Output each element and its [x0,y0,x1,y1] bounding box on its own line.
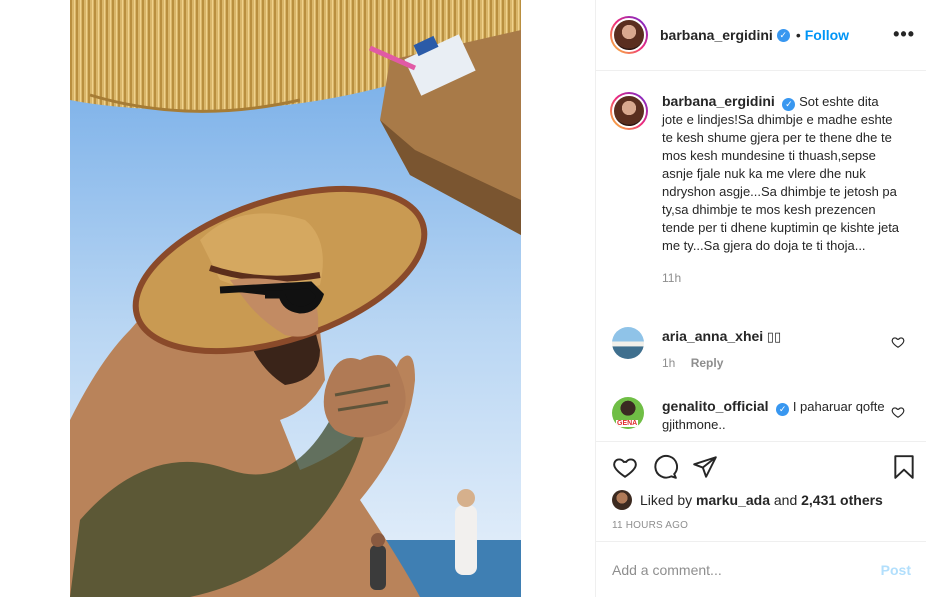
commenter-username[interactable]: aria_anna_xhei [662,328,763,344]
share-icon[interactable] [692,454,718,480]
likes-summary: Liked by marku_ada and 2,431 others [612,490,883,510]
post-photo-illustration [70,0,521,597]
caption-username[interactable]: barbana_ergidini [662,93,775,109]
reply-button[interactable]: Reply [691,356,724,370]
comments-section[interactable]: barbana_ergidini ✓ Sot eshte dita jote e… [596,72,926,441]
follow-button[interactable]: Follow [805,27,849,43]
post-comment-button[interactable]: Post [881,562,911,578]
likes-prefix: Liked by [640,492,697,508]
verified-badge-icon: ✓ [776,403,790,416]
comment-like-heart-icon[interactable] [891,335,905,349]
comment-time[interactable]: 1h [662,356,675,370]
verified-badge-icon: ✓ [782,98,796,111]
post-actions: Liked by marku_ada and 2,431 others 11 H… [596,441,926,541]
post-timestamp[interactable]: 11 HOURS AGO [612,520,688,531]
add-comment-bar: Post [596,541,926,597]
caption-time[interactable]: 11h [662,269,902,287]
author-username[interactable]: barbana_ergidini [660,27,773,43]
comment-input[interactable] [612,561,881,578]
comment-item: GENA genalito_official ✓ I paharuar qoft… [612,397,917,434]
more-options-icon[interactable]: ••• [893,25,915,43]
likes-count[interactable]: 2,431 others [801,492,883,508]
author-avatar[interactable] [610,16,648,54]
comment-icon[interactable] [652,454,678,480]
avatar-text: GENA [616,420,639,427]
liker-username[interactable]: marku_ada [696,492,770,508]
caption: barbana_ergidini ✓ Sot eshte dita jote e… [610,92,920,287]
photo-area [0,0,595,597]
commenter-avatar[interactable] [612,327,644,359]
post-photo[interactable] [70,0,521,597]
comment-like-heart-icon[interactable] [891,405,905,419]
commenter-avatar[interactable]: GENA [612,397,644,429]
caption-text: Sot eshte dita jote e lindjes!Sa dhimbje… [662,94,900,253]
verified-badge-icon: ✓ [776,28,790,42]
comment-item: aria_anna_xhei ▯▯ 1h Reply [612,327,917,372]
dot-separator: • [795,27,801,43]
commenter-username[interactable]: genalito_official [662,398,769,414]
heart-icon[interactable] [612,454,638,480]
post-header: barbana_ergidini ✓ • Follow ••• [596,0,926,71]
liker-avatar[interactable] [612,490,632,510]
likes-middle: and [769,492,802,508]
post-details-panel: barbana_ergidini ✓ • Follow ••• barbana_… [595,0,926,597]
caption-avatar[interactable] [610,92,648,130]
comment-text: ▯▯ [766,329,782,344]
bookmark-icon[interactable] [891,454,917,480]
